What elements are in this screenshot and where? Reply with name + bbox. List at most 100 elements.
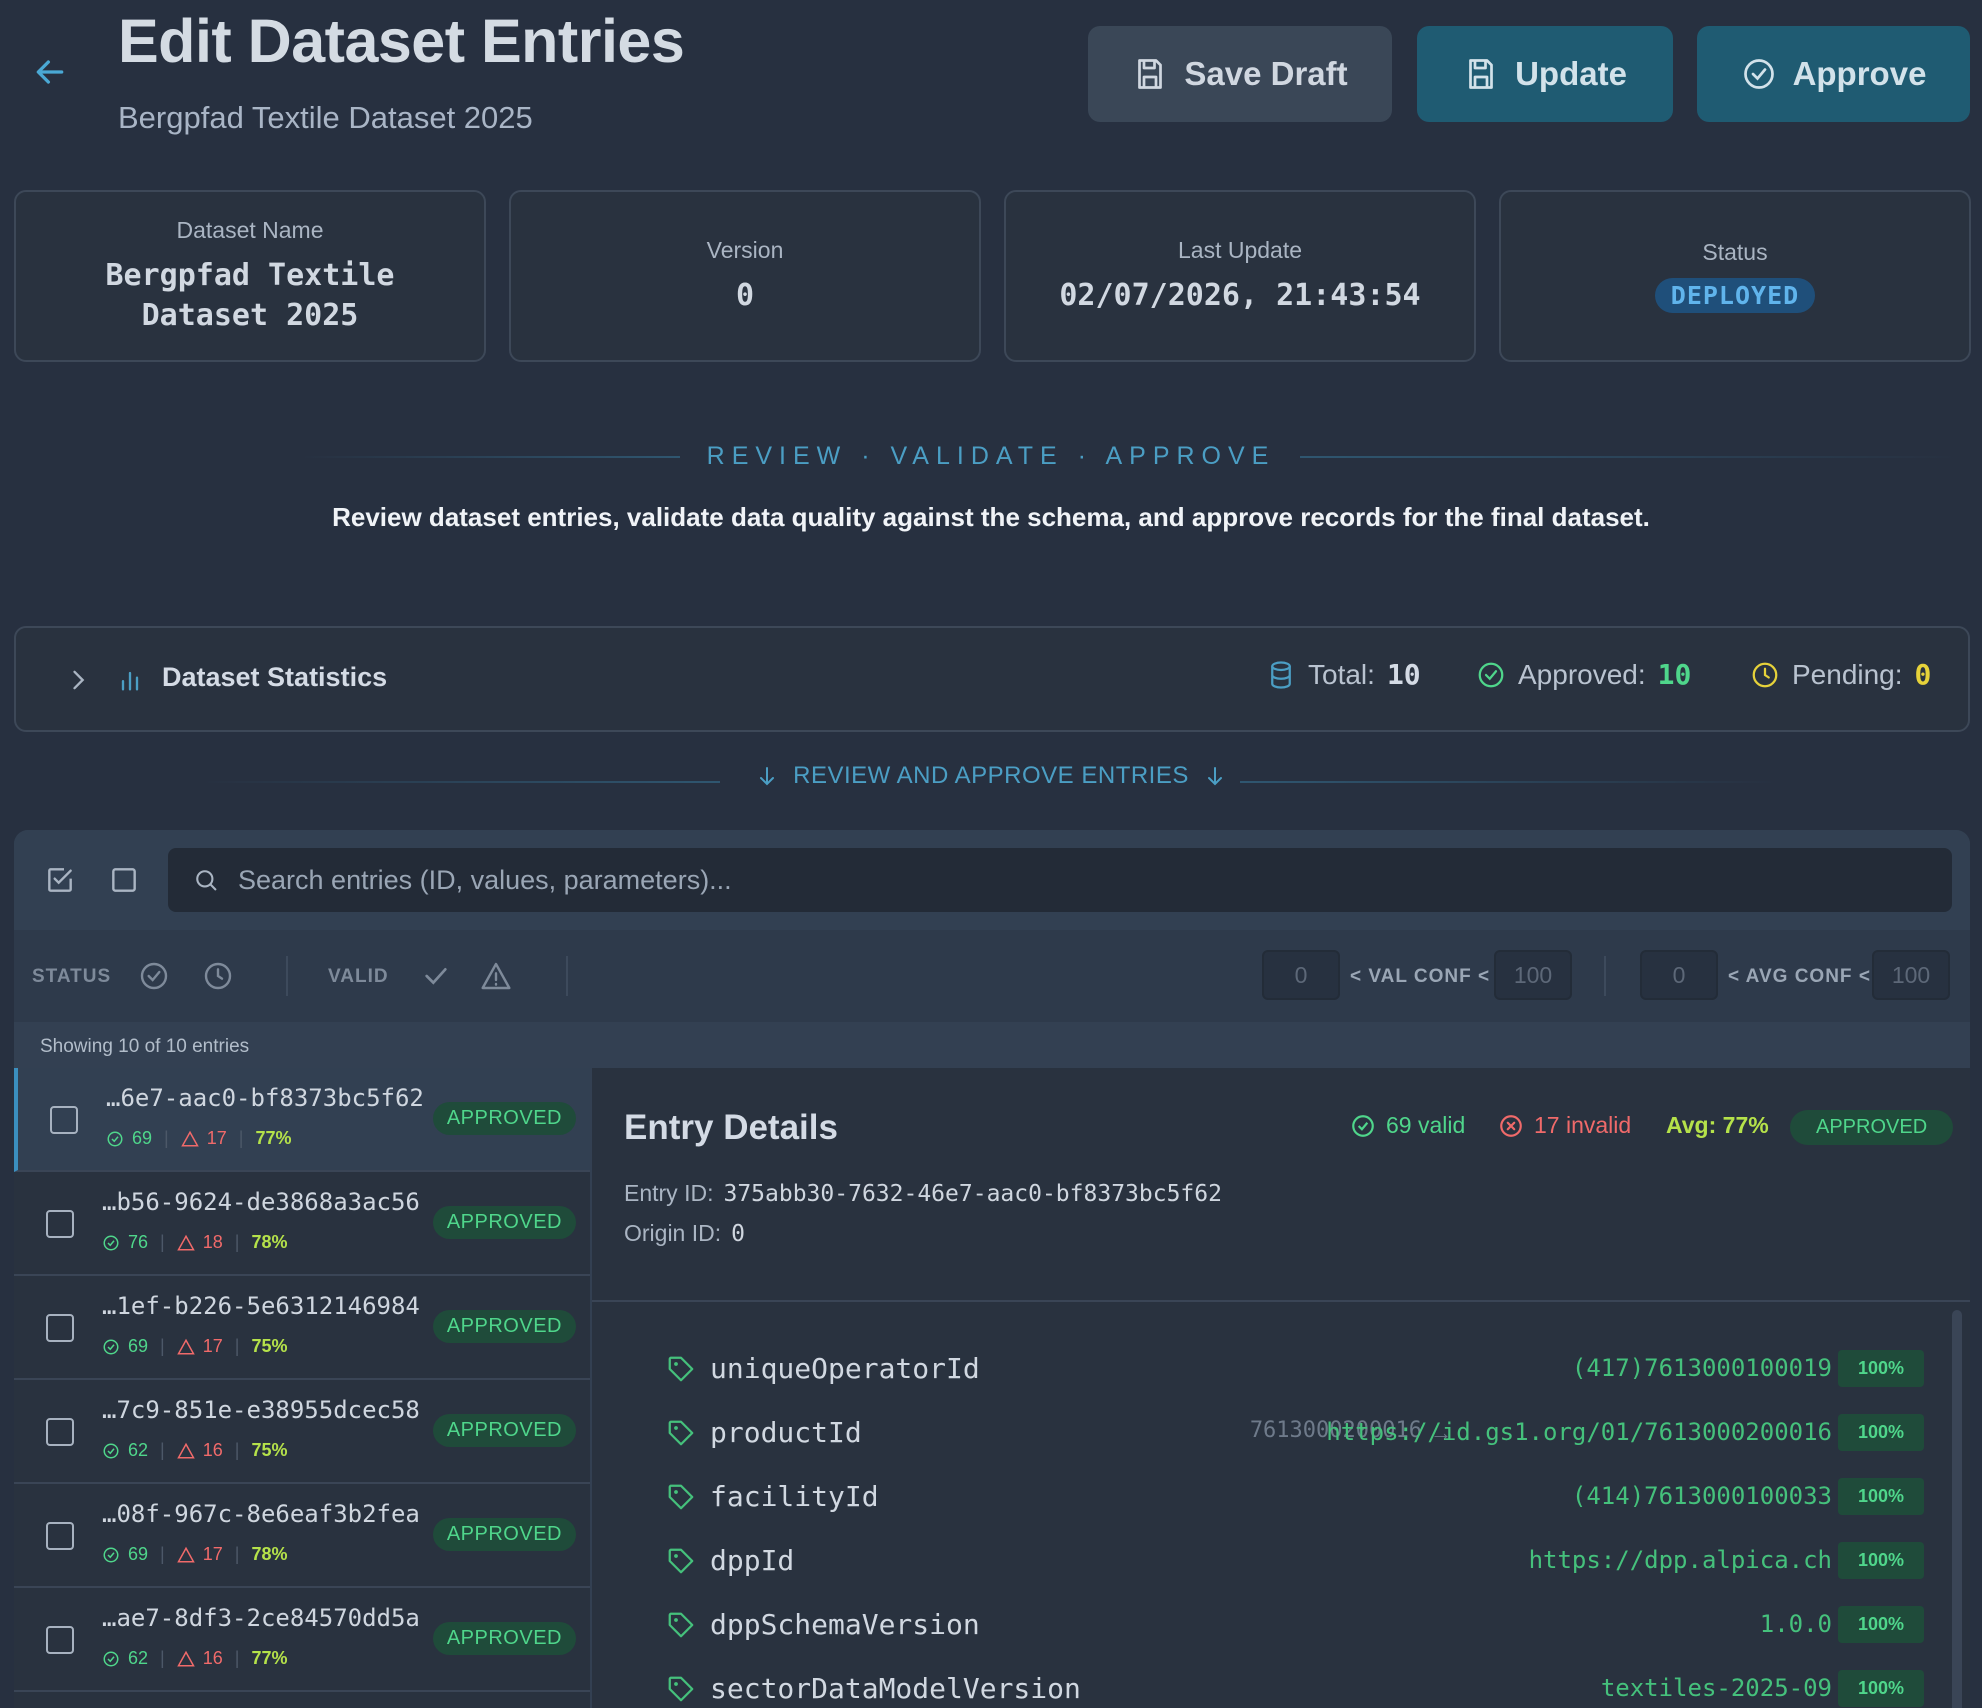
approve-label: Approve: [1792, 55, 1927, 92]
origin-id-value: 0: [731, 1221, 745, 1247]
avg-confidence: 77%: [251, 1648, 288, 1668]
valid-count: 69: [132, 1128, 153, 1148]
list-item[interactable]: …6e7-aac0-bf8373bc5f62 69 | 17 | 77% APP…: [14, 1068, 590, 1172]
tag-icon: [668, 1484, 694, 1510]
save-draft-button[interactable]: Save Draft: [1088, 26, 1392, 122]
avg-confidence: 75%: [251, 1440, 288, 1460]
avg-summary-text: Avg: 77%: [1666, 1112, 1769, 1138]
entry-checkbox[interactable]: [50, 1106, 78, 1134]
stats-title: Dataset Statistics: [162, 662, 388, 692]
field-value: (417)7613000100019: [1571, 1354, 1832, 1382]
avg-confidence: 78%: [251, 1544, 288, 1564]
page-title: Edit Dataset Entries: [118, 7, 685, 75]
status-card: Status DEPLOYED: [1499, 190, 1971, 362]
list-item[interactable]: …1ef-b226-5e6312146984 69 | 17 | 75% APP…: [14, 1276, 590, 1380]
entries-panel: Search entries (ID, values, parameters).…: [14, 830, 1970, 1708]
invalid-count: 16: [202, 1440, 223, 1460]
clock-icon[interactable]: [202, 960, 234, 992]
separator: |: [160, 1336, 165, 1356]
entry-id-value: 375abb30-7632-46e7-aac0-bf8373bc5f62: [723, 1181, 1222, 1207]
tag-icon: [668, 1420, 694, 1446]
field-name: dppSchemaVersion: [710, 1608, 980, 1641]
separator: |: [234, 1544, 240, 1564]
field-name: dppId: [710, 1544, 795, 1577]
pending-value: 0: [1914, 658, 1932, 691]
version-card: Version 0: [509, 190, 981, 362]
entry-id-line: Entry ID: 375abb30-7632-46e7-aac0-bf8373b…: [624, 1180, 1222, 1207]
field-row[interactable]: uniqueOperatorId (417)7613000100019 100%: [592, 1342, 1970, 1398]
search-icon: [196, 870, 217, 891]
last-update-value: 02/07/2026, 21:43:54: [1059, 277, 1421, 313]
chevron-right-icon[interactable]: [64, 666, 92, 694]
entry-metrics: 69 | 17 | 75%: [102, 1336, 287, 1357]
list-item[interactable]: …08f-967c-8e6eaf3b2fea 69 | 17 | 78% APP…: [14, 1484, 590, 1588]
field-value: https://dpp.alpica.ch: [1528, 1546, 1832, 1574]
field-row[interactable]: productId 7613000200016 → https://id.gs1…: [592, 1406, 1970, 1462]
entry-metrics: 62 | 16 | 77%: [102, 1648, 287, 1669]
avg-conf-label: < AVG CONF <: [1728, 966, 1871, 987]
entry-checkbox[interactable]: [46, 1418, 74, 1446]
filters-bar: STATUS VALID 0 < VAL CONF < 100 0 < AVG …: [14, 930, 1970, 1022]
pending-stat: Pending: 0: [1750, 658, 1931, 691]
entry-checkbox[interactable]: [46, 1626, 74, 1654]
separator: |: [234, 1648, 240, 1668]
arrow-left-icon: [36, 60, 64, 84]
field-row[interactable]: dppId https://dpp.alpica.ch 100%: [592, 1534, 1970, 1590]
update-button[interactable]: Update: [1417, 26, 1673, 122]
pending-label: Pending:: [1792, 658, 1903, 690]
entry-checkbox[interactable]: [46, 1210, 74, 1238]
avg-conf-min-input[interactable]: 0: [1640, 950, 1718, 1000]
page-subtitle: Bergpfad Textile Dataset 2025: [118, 100, 533, 135]
warning-icon[interactable]: [480, 960, 512, 992]
invalid-summary: 17 invalid: [1498, 1112, 1631, 1139]
field-row[interactable]: dppSchemaVersion 1.0.0 100%: [592, 1598, 1970, 1654]
entry-checkbox[interactable]: [46, 1522, 74, 1550]
field-row[interactable]: facilityId (414)7613000100033 100%: [592, 1470, 1970, 1526]
val-conf-label: < VAL CONF <: [1350, 966, 1491, 987]
approved-stat: Approved: 10: [1476, 658, 1691, 691]
invalid-summary-text: 17 invalid: [1534, 1112, 1632, 1138]
valid-summary: 69 valid: [1350, 1112, 1465, 1139]
check-circle-icon: [1478, 662, 1504, 687]
avg-confidence: 75%: [251, 1336, 288, 1356]
back-button[interactable]: [30, 52, 70, 92]
val-conf-min-input[interactable]: 0: [1262, 950, 1340, 1000]
deselect-all-icon[interactable]: [108, 864, 140, 896]
search-input[interactable]: Search entries (ID, values, parameters).…: [168, 848, 1952, 912]
scrollbar[interactable]: [1952, 1310, 1962, 1708]
dataset-statistics[interactable]: Dataset Statistics Total: 10 Approved: 1…: [14, 626, 1970, 732]
check-circle-icon[interactable]: [138, 960, 170, 992]
warning-icon: [176, 1650, 195, 1666]
list-item[interactable]: …b56-9624-de3868a3ac56 76 | 18 | 78% APP…: [14, 1172, 590, 1276]
approved-value: 10: [1657, 658, 1692, 691]
avg-confidence: 78%: [251, 1232, 288, 1252]
card-label: Dataset Name: [176, 216, 324, 243]
entry-id: …ae7-8df3-2ce84570dd5a: [102, 1604, 420, 1632]
select-all-icon[interactable]: [44, 864, 76, 896]
valid-summary-text: 69 valid: [1386, 1112, 1466, 1138]
status-badge: APPROVED: [432, 1206, 576, 1239]
approve-button[interactable]: Approve: [1697, 26, 1970, 122]
separator: |: [160, 1648, 165, 1668]
arrow-down-icon: [760, 767, 775, 786]
field-row[interactable]: sectorDataModelVersion textiles-2025-09 …: [592, 1662, 1970, 1708]
entry-checkbox[interactable]: [46, 1314, 74, 1342]
valid-count: 62: [128, 1440, 149, 1460]
field-name: facilityId: [710, 1480, 879, 1513]
avg-conf-max-input[interactable]: 100: [1872, 950, 1950, 1000]
entry-id: …1ef-b226-5e6312146984: [102, 1292, 420, 1320]
field-list: uniqueOperatorId (417)7613000100019 100%…: [592, 1302, 1970, 1708]
field-name: uniqueOperatorId: [710, 1352, 980, 1385]
list-item[interactable]: …7c9-851e-e38955dcec58 62 | 16 | 75% APP…: [14, 1380, 590, 1484]
confidence-badge: 100%: [1837, 1670, 1924, 1707]
val-conf-max-input[interactable]: 100: [1494, 950, 1572, 1000]
warning-icon: [176, 1546, 195, 1562]
field-name: sectorDataModelVersion: [710, 1672, 1081, 1705]
confidence-badge: 100%: [1837, 1542, 1924, 1579]
status-badge: APPROVED: [432, 1102, 576, 1135]
list-item[interactable]: …ae7-8df3-2ce84570dd5a 62 | 16 | 77% APP…: [14, 1588, 590, 1692]
confidence-badge: 100%: [1837, 1414, 1924, 1451]
origin-id-label: Origin ID:: [624, 1220, 722, 1246]
check-icon[interactable]: [420, 960, 452, 992]
separator: |: [234, 1440, 240, 1460]
